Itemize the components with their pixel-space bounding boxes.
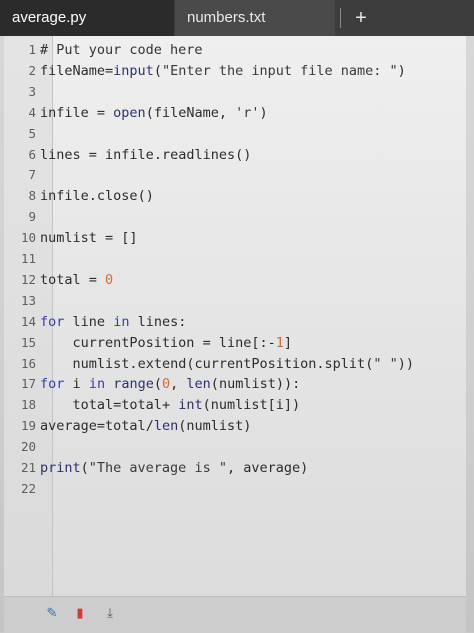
code-text[interactable]: infile.close(): [40, 186, 154, 206]
line-number: 14: [20, 313, 36, 329]
line-number: 20: [20, 439, 36, 455]
line-number: 15: [20, 334, 36, 350]
code-line[interactable]: 4 infile = open(fileName, 'r'): [4, 103, 466, 123]
code-line[interactable]: 18 total=total+ int(numlist[i]): [4, 395, 466, 415]
download-icon[interactable]: ⤓: [102, 605, 118, 621]
code-line[interactable]: 22: [4, 479, 466, 499]
code-editor-window: average.py numbers.txt + 1 # Put your cod…: [0, 0, 474, 633]
code-text[interactable]: total = 0: [40, 270, 113, 290]
code-text[interactable]: currentPosition = line[:-1]: [40, 333, 293, 353]
add-tab-button[interactable]: +: [346, 0, 376, 36]
line-number: 19: [20, 418, 36, 434]
code-line[interactable]: 2 fileName=input("Enter the input file na…: [4, 61, 466, 81]
line-number: 16: [20, 355, 36, 371]
code-line[interactable]: 16 numlist.extend(currentPosition.split(…: [4, 354, 466, 374]
line-number: 12: [20, 271, 36, 287]
code-line[interactable]: 8 infile.close(): [4, 186, 466, 206]
code-text[interactable]: total=total+ int(numlist[i]): [40, 395, 301, 415]
code-line[interactable]: 17 for i in range(0, len(numlist)):: [4, 374, 466, 394]
pencil-icon[interactable]: ✎: [44, 605, 60, 621]
line-number: 4: [28, 104, 36, 120]
tab-average-py[interactable]: average.py: [0, 0, 174, 36]
trash-icon[interactable]: ▮: [72, 605, 88, 621]
line-number: 17: [20, 376, 36, 392]
code-line[interactable]: 13: [4, 291, 466, 311]
code-line[interactable]: 19 average=total/len(numlist): [4, 416, 466, 436]
code-line[interactable]: 10 numlist = []: [4, 228, 466, 248]
line-number: 6: [28, 146, 36, 162]
code-line[interactable]: 20: [4, 437, 466, 457]
code-text[interactable]: for i in range(0, len(numlist)):: [40, 374, 300, 394]
line-number: 13: [20, 292, 36, 308]
line-number: 9: [28, 209, 36, 225]
tab-divider: [340, 8, 341, 28]
line-number: 5: [28, 125, 36, 141]
code-line[interactable]: 21 print("The average is ", average): [4, 458, 466, 478]
code-text[interactable]: fileName=input("Enter the input file nam…: [40, 61, 406, 81]
line-number: 22: [20, 480, 36, 496]
line-number: 2: [28, 62, 36, 78]
line-number: 21: [20, 460, 36, 475]
line-number: 7: [28, 167, 36, 183]
tab-numbers-txt[interactable]: numbers.txt: [175, 0, 335, 36]
code-line[interactable]: 15 currentPosition = line[:-1]: [4, 333, 466, 353]
line-number: 8: [28, 188, 36, 204]
code-text[interactable]: lines = infile.readlines(): [40, 145, 251, 165]
code-text[interactable]: infile = open(fileName, 'r'): [40, 103, 268, 123]
line-number: 10: [20, 230, 36, 246]
code-editor[interactable]: 1 # Put your code here 2 fileName=input("En…: [4, 36, 466, 596]
code-line[interactable]: 12 total = 0: [4, 270, 466, 290]
line-number: 18: [20, 397, 36, 413]
code-text[interactable]: average=total/len(numlist): [40, 416, 251, 436]
code-line[interactable]: 7: [4, 165, 466, 185]
code-line[interactable]: 9: [4, 207, 466, 227]
code-text[interactable]: print("The average is ", average): [40, 458, 308, 478]
tab-bar: average.py numbers.txt +: [0, 0, 474, 36]
code-line[interactable]: 6 lines = infile.readlines(): [4, 145, 466, 165]
code-text[interactable]: # Put your code here: [40, 40, 203, 60]
code-text[interactable]: numlist = []: [40, 228, 138, 248]
editor-toolbar: ✎ ▮ ⤓: [4, 596, 466, 633]
line-number: 11: [20, 251, 36, 266]
code-line[interactable]: 11: [4, 249, 466, 269]
line-number: 1: [28, 42, 36, 57]
code-line[interactable]: 1 # Put your code here: [4, 40, 466, 60]
code-line[interactable]: 14 for line in lines:: [4, 312, 466, 332]
code-line[interactable]: 3: [4, 82, 466, 102]
code-text[interactable]: for line in lines:: [40, 312, 186, 332]
code-text[interactable]: numlist.extend(currentPosition.split(" "…: [40, 354, 414, 374]
code-line[interactable]: 5: [4, 124, 466, 144]
line-number: 3: [28, 83, 36, 99]
